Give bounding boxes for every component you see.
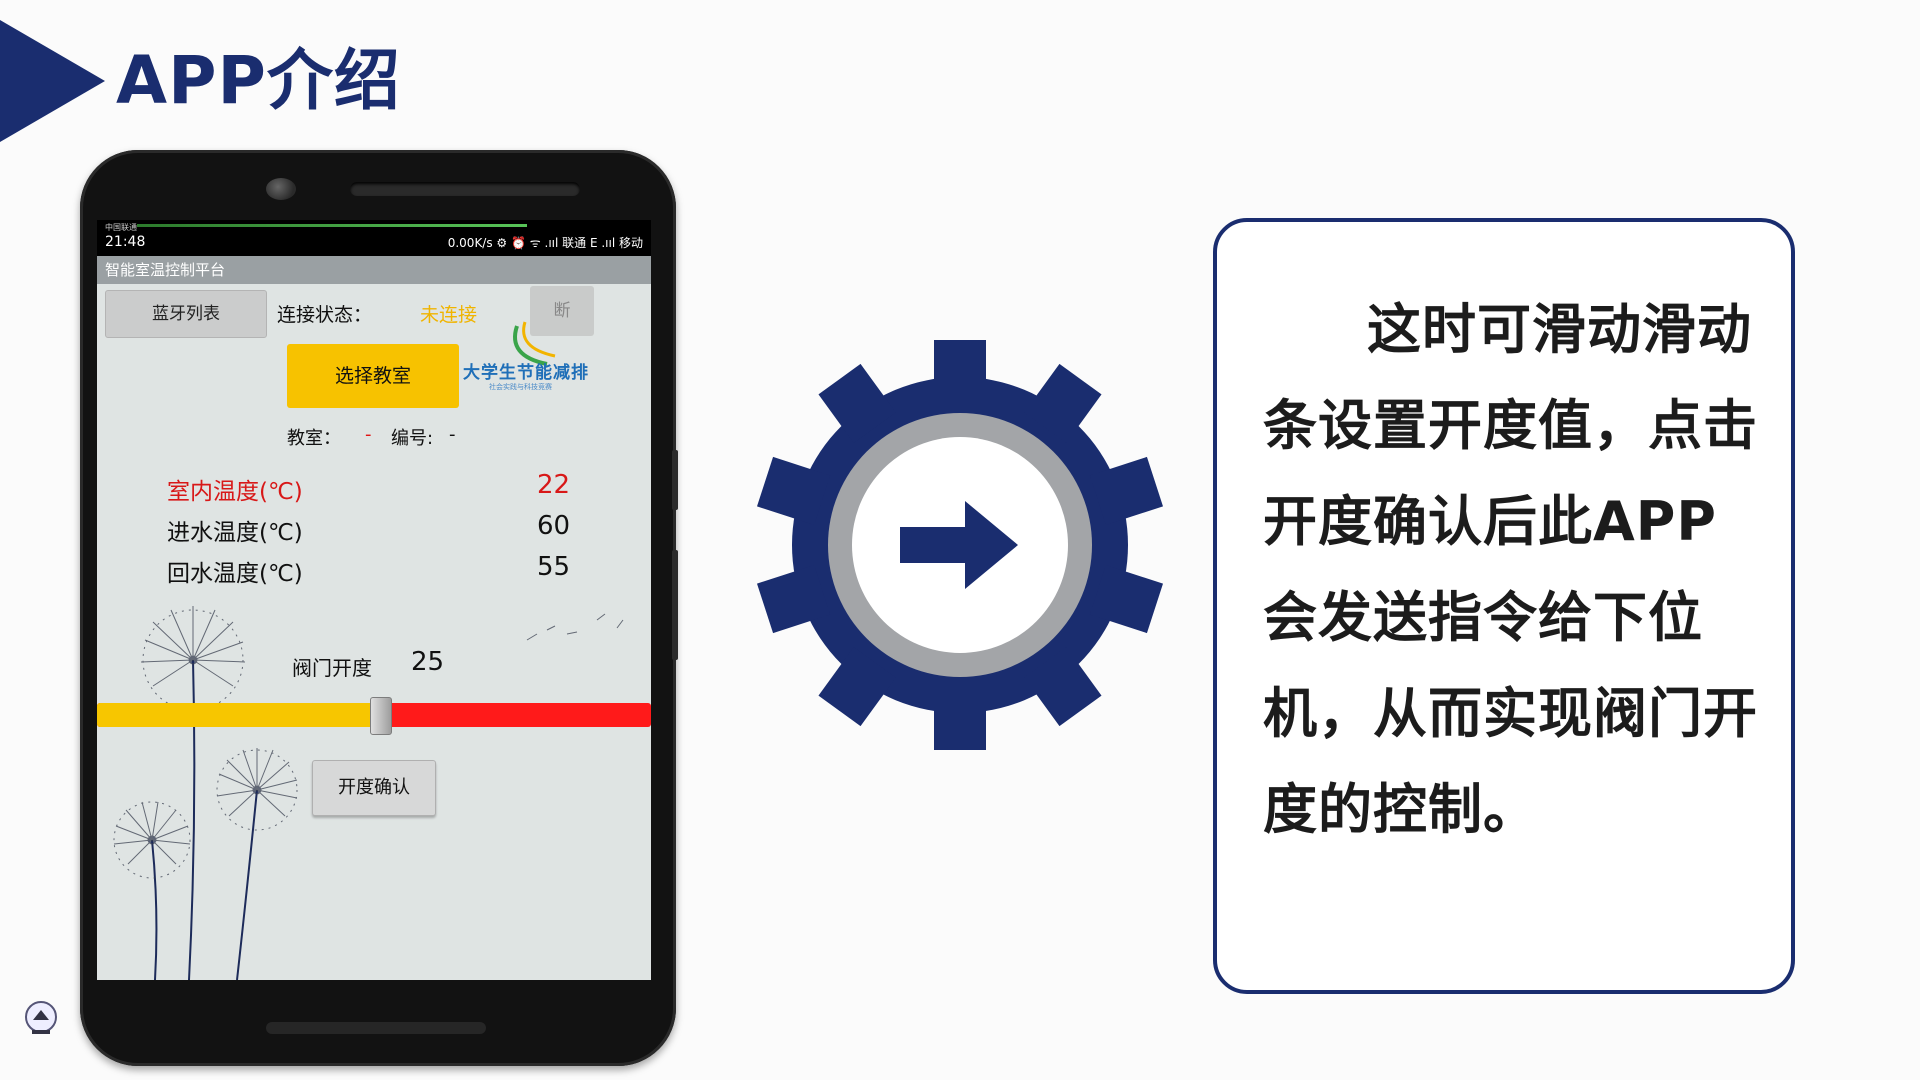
disconnect-button[interactable]: 断	[530, 286, 594, 336]
valve-opening-label: 阀门开度	[292, 656, 372, 680]
connection-status-value: 未连接	[420, 304, 478, 326]
confirm-opening-button[interactable]: 开度确认	[312, 760, 436, 816]
status-bar: 中国联通 21:48 0.00K/s ⚙ ⏰ ᯤ .ııl 联通 E .ııl …	[97, 220, 651, 256]
slide-title: APP介绍	[116, 42, 401, 119]
return-temp-value: 55	[537, 552, 571, 582]
status-indicators: 0.00K/s ⚙ ⏰ ᯤ .ııl 联通 E .ııl 移动	[447, 236, 643, 250]
app-title-bar: 智能室温控制平台	[97, 256, 651, 284]
indoor-temp-label: 室内温度(℃)	[167, 479, 303, 505]
description-box: 这时可滑动滑动条设置开度值，点击开度确认后此APP会发送指令给下位机，从而实现阀…	[1213, 218, 1795, 994]
university-logo-icon	[25, 1001, 57, 1034]
status-carrier: 中国联通	[105, 223, 137, 232]
classroom-label: 教室：	[287, 428, 341, 449]
indoor-temp-value: 22	[537, 470, 571, 500]
description-text: 这时可滑动滑动条设置开度值，点击开度确认后此APP会发送指令给下位机，从而实现阀…	[1263, 298, 1758, 841]
valve-slider[interactable]	[97, 697, 651, 735]
classroom-value: -	[365, 424, 372, 445]
gear-tooth	[934, 340, 986, 400]
gear-tooth	[934, 690, 986, 750]
gear-icon	[756, 340, 1164, 750]
bluetooth-list-button[interactable]: 蓝牙列表	[105, 290, 267, 338]
number-label: 编号:	[391, 428, 434, 449]
phone-mockup: 中国联通 21:48 0.00K/s ⚙ ⏰ ᯤ .ııl 联通 E .ııl …	[80, 150, 678, 1066]
phone-speaker	[350, 182, 580, 196]
phone-side-button	[672, 550, 678, 660]
status-progress-line	[137, 224, 527, 227]
valve-slider-thumb[interactable]	[369, 697, 392, 735]
phone-screen: 中国联通 21:48 0.00K/s ⚙ ⏰ ᯤ .ııl 联通 E .ııl …	[97, 220, 651, 980]
logo-subtext: 社会实践与科技竞赛	[489, 383, 552, 391]
status-time: 21:48	[105, 234, 146, 250]
inlet-temp-label: 进水温度(℃)	[167, 520, 303, 546]
valve-slider-fill	[97, 703, 380, 727]
phone-home-bar	[266, 1022, 486, 1034]
valve-opening-value: 25	[411, 647, 445, 677]
title-triangle-icon	[0, 20, 105, 142]
number-value: -	[449, 424, 456, 445]
select-classroom-button[interactable]: 选择教室	[287, 344, 459, 408]
logo-text: 大学生节能减排	[463, 363, 589, 383]
connection-status-label: 连接状态：	[277, 304, 373, 326]
inlet-temp-value: 60	[537, 511, 571, 541]
phone-camera	[266, 178, 296, 200]
phone-side-button	[672, 450, 678, 510]
return-temp-label: 回水温度(℃)	[167, 561, 303, 587]
